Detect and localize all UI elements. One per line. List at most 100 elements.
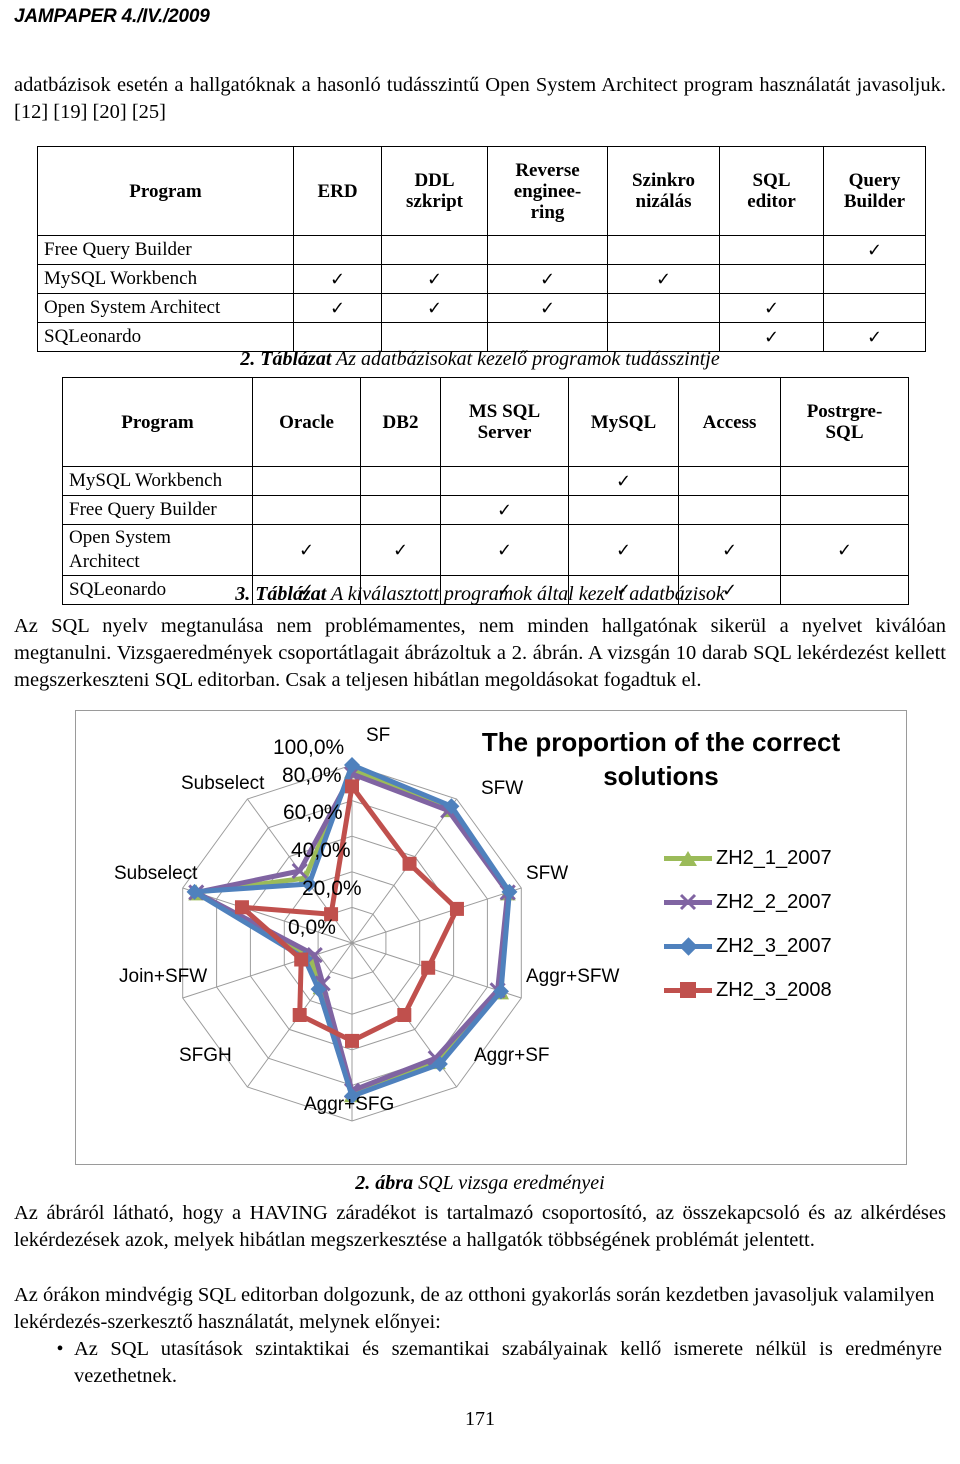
- data-point: [397, 1008, 412, 1023]
- table-3-wrapper: Program Oracle DB2 MS SQL Server MySQL Access P…: [62, 377, 909, 605]
- empty-cell: [719, 264, 824, 294]
- figure-2-caption-text: SQL vizsga eredményei: [418, 1172, 605, 1194]
- empty-cell: [823, 293, 926, 323]
- empty-cell: [252, 495, 361, 525]
- tick-label-40: 40,0%: [291, 839, 351, 862]
- figure-2-caption: 2. ábra SQL vizsga eredményei: [14, 1172, 946, 1195]
- legend-item-ZH2_2_2007[interactable]: ZH2_2_2007: [664, 880, 832, 924]
- series-ZH2_3_2008: [234, 779, 464, 1048]
- bullet-list: • Az SQL utasítások szintaktikai és szem…: [46, 1336, 946, 1390]
- tick-label-80: 80,0%: [282, 764, 342, 787]
- legend-marker-square-icon: [664, 981, 712, 999]
- tick-label-60: 60,0%: [283, 801, 343, 824]
- column-header-5: Access: [678, 377, 781, 467]
- empty-cell: [780, 466, 909, 496]
- check-mark-cell: ✓: [440, 495, 569, 525]
- check-mark-cell: ✓: [719, 293, 824, 323]
- check-mark-cell: ✓: [678, 524, 781, 576]
- column-header-1: Oracle: [252, 377, 361, 467]
- tick-label-100: 100,0%: [273, 736, 345, 759]
- radar-gridlines: [182, 764, 522, 1122]
- row-label: Free Query Builder: [37, 235, 294, 265]
- column-header-5: SQL editor: [719, 146, 824, 236]
- table-3-caption-label: 3. Táblázat: [235, 583, 327, 605]
- tick-label-20: 20,0%: [302, 877, 362, 900]
- column-header-4: Szinkro nizálás: [607, 146, 720, 236]
- table-row: Free Query Builder ✓: [62, 495, 909, 525]
- document-page: JAMPAPER 4./IV./2009 adatbázisok esetén …: [0, 0, 960, 1464]
- legend-label: ZH2_3_2007: [716, 934, 832, 957]
- table-3-caption: 3. Táblázat A kiválasztott programok ált…: [14, 583, 946, 606]
- table-row: Open System Architect ✓ ✓ ✓ ✓: [37, 293, 926, 323]
- empty-cell: [823, 264, 926, 294]
- table-2: Program ERD DDL szkript Reverse enginee-ring S…: [37, 146, 926, 352]
- empty-cell: [607, 235, 720, 265]
- empty-cell: [607, 293, 720, 323]
- data-point: [292, 1008, 307, 1023]
- empty-cell: [360, 466, 441, 496]
- check-mark-cell: ✓: [440, 524, 569, 576]
- column-header-2: DB2: [360, 377, 441, 467]
- empty-cell: [678, 495, 781, 525]
- paragraph-2: Az ábráról látható, hogy a HAVING záradé…: [14, 1202, 946, 1251]
- table-2-caption-block: 2. Táblázat Az adatbázisokat kezelő prog…: [14, 348, 946, 371]
- data-point: [234, 900, 249, 915]
- empty-cell: [360, 495, 441, 525]
- axis-label-sfw-2: SFW: [526, 863, 569, 884]
- bullet-item-1: • Az SQL utasítások szintaktikai és szem…: [46, 1336, 946, 1390]
- tick-label-0: 0,0%: [288, 916, 336, 939]
- empty-cell: [568, 495, 679, 525]
- table-row: MySQL Workbench ✓ ✓ ✓ ✓: [37, 264, 926, 294]
- legend-label: ZH2_3_2008: [716, 978, 832, 1001]
- column-header-3: MS SQL Server: [440, 377, 569, 467]
- table-2-header-row: Program ERD DDL szkript Reverse enginee-ring S…: [37, 146, 926, 236]
- data-point: [294, 952, 309, 967]
- data-point: [449, 901, 464, 916]
- data-point: [421, 960, 436, 975]
- intro-paragraph: adatbázisok esetén a hallgatóknak a haso…: [14, 74, 946, 123]
- axis-label-sf: SF: [366, 725, 391, 746]
- table-2-caption: 2. Táblázat Az adatbázisokat kezelő prog…: [14, 348, 946, 371]
- check-mark-cell: ✓: [381, 264, 488, 294]
- table-2-body: Free Query Builder ✓ MySQL Workbench ✓ ✓ ✓ ✓ Op…: [37, 235, 926, 352]
- empty-cell: [780, 495, 909, 525]
- data-point: [345, 1033, 359, 1048]
- row-label: MySQL Workbench: [62, 466, 253, 496]
- column-header-4: MySQL: [568, 377, 679, 467]
- check-mark-cell: ✓: [568, 466, 679, 496]
- paragraph-3: Az órákon mindvégig SQL editorban dolgoz…: [14, 1284, 935, 1333]
- paragraph-3-block: Az órákon mindvégig SQL editorban dolgoz…: [14, 1282, 946, 1336]
- legend-item-ZH2_1_2007[interactable]: ZH2_1_2007: [664, 836, 832, 880]
- check-mark-cell: ✓: [487, 293, 608, 323]
- paragraph-1-block: Az SQL nyelv megtanulása nem problémamen…: [14, 613, 946, 694]
- check-mark-cell: ✓: [607, 264, 720, 294]
- legend-label: ZH2_2_2007: [716, 890, 832, 913]
- running-head: JAMPAPER 4./IV./2009: [14, 6, 210, 27]
- legend-item-ZH2_3_2008[interactable]: ZH2_3_2008: [664, 968, 832, 1012]
- legend-item-ZH2_3_2007[interactable]: ZH2_3_2007: [664, 924, 832, 968]
- legend-marker-triangle-icon: [664, 849, 712, 867]
- paragraph-1: Az SQL nyelv megtanulása nem problémamen…: [14, 615, 946, 691]
- empty-cell: [440, 466, 569, 496]
- axis-spoke-2: [351, 887, 522, 944]
- column-header-1: ERD: [293, 146, 382, 236]
- table-3-caption-text: A kiválasztott programok által kezelt ad…: [330, 583, 725, 605]
- axis-label-subselect-2: Subselect: [181, 773, 265, 794]
- row-label: MySQL Workbench: [37, 264, 294, 294]
- empty-cell: [381, 235, 488, 265]
- intro-paragraph-block: adatbázisok esetén a hallgatóknak a haso…: [14, 72, 946, 126]
- legend-marker-diamond-icon: [664, 937, 712, 956]
- check-mark-cell: ✓: [823, 235, 926, 265]
- table-3-caption-block: 3. Táblázat A kiválasztott programok ált…: [14, 583, 946, 606]
- axis-label-sfgh: SFGH: [179, 1045, 232, 1066]
- empty-cell: [678, 466, 781, 496]
- row-label: Open System Architect: [62, 524, 253, 576]
- axis-label-subselect-1: Subselect: [114, 863, 198, 884]
- check-mark-cell: ✓: [381, 293, 488, 323]
- row-label: Free Query Builder: [62, 495, 253, 525]
- table-3: Program Oracle DB2 MS SQL Server MySQL Access P…: [62, 377, 909, 605]
- table-3-header-row: Program Oracle DB2 MS SQL Server MySQL Access P…: [62, 377, 909, 467]
- legend-label: ZH2_1_2007: [716, 846, 832, 869]
- chart-legend: ZH2_1_2007 ZH2_2_2007 ZH2_3_2007 ZH2_3_2008: [664, 836, 832, 1012]
- check-mark-cell: ✓: [568, 524, 679, 576]
